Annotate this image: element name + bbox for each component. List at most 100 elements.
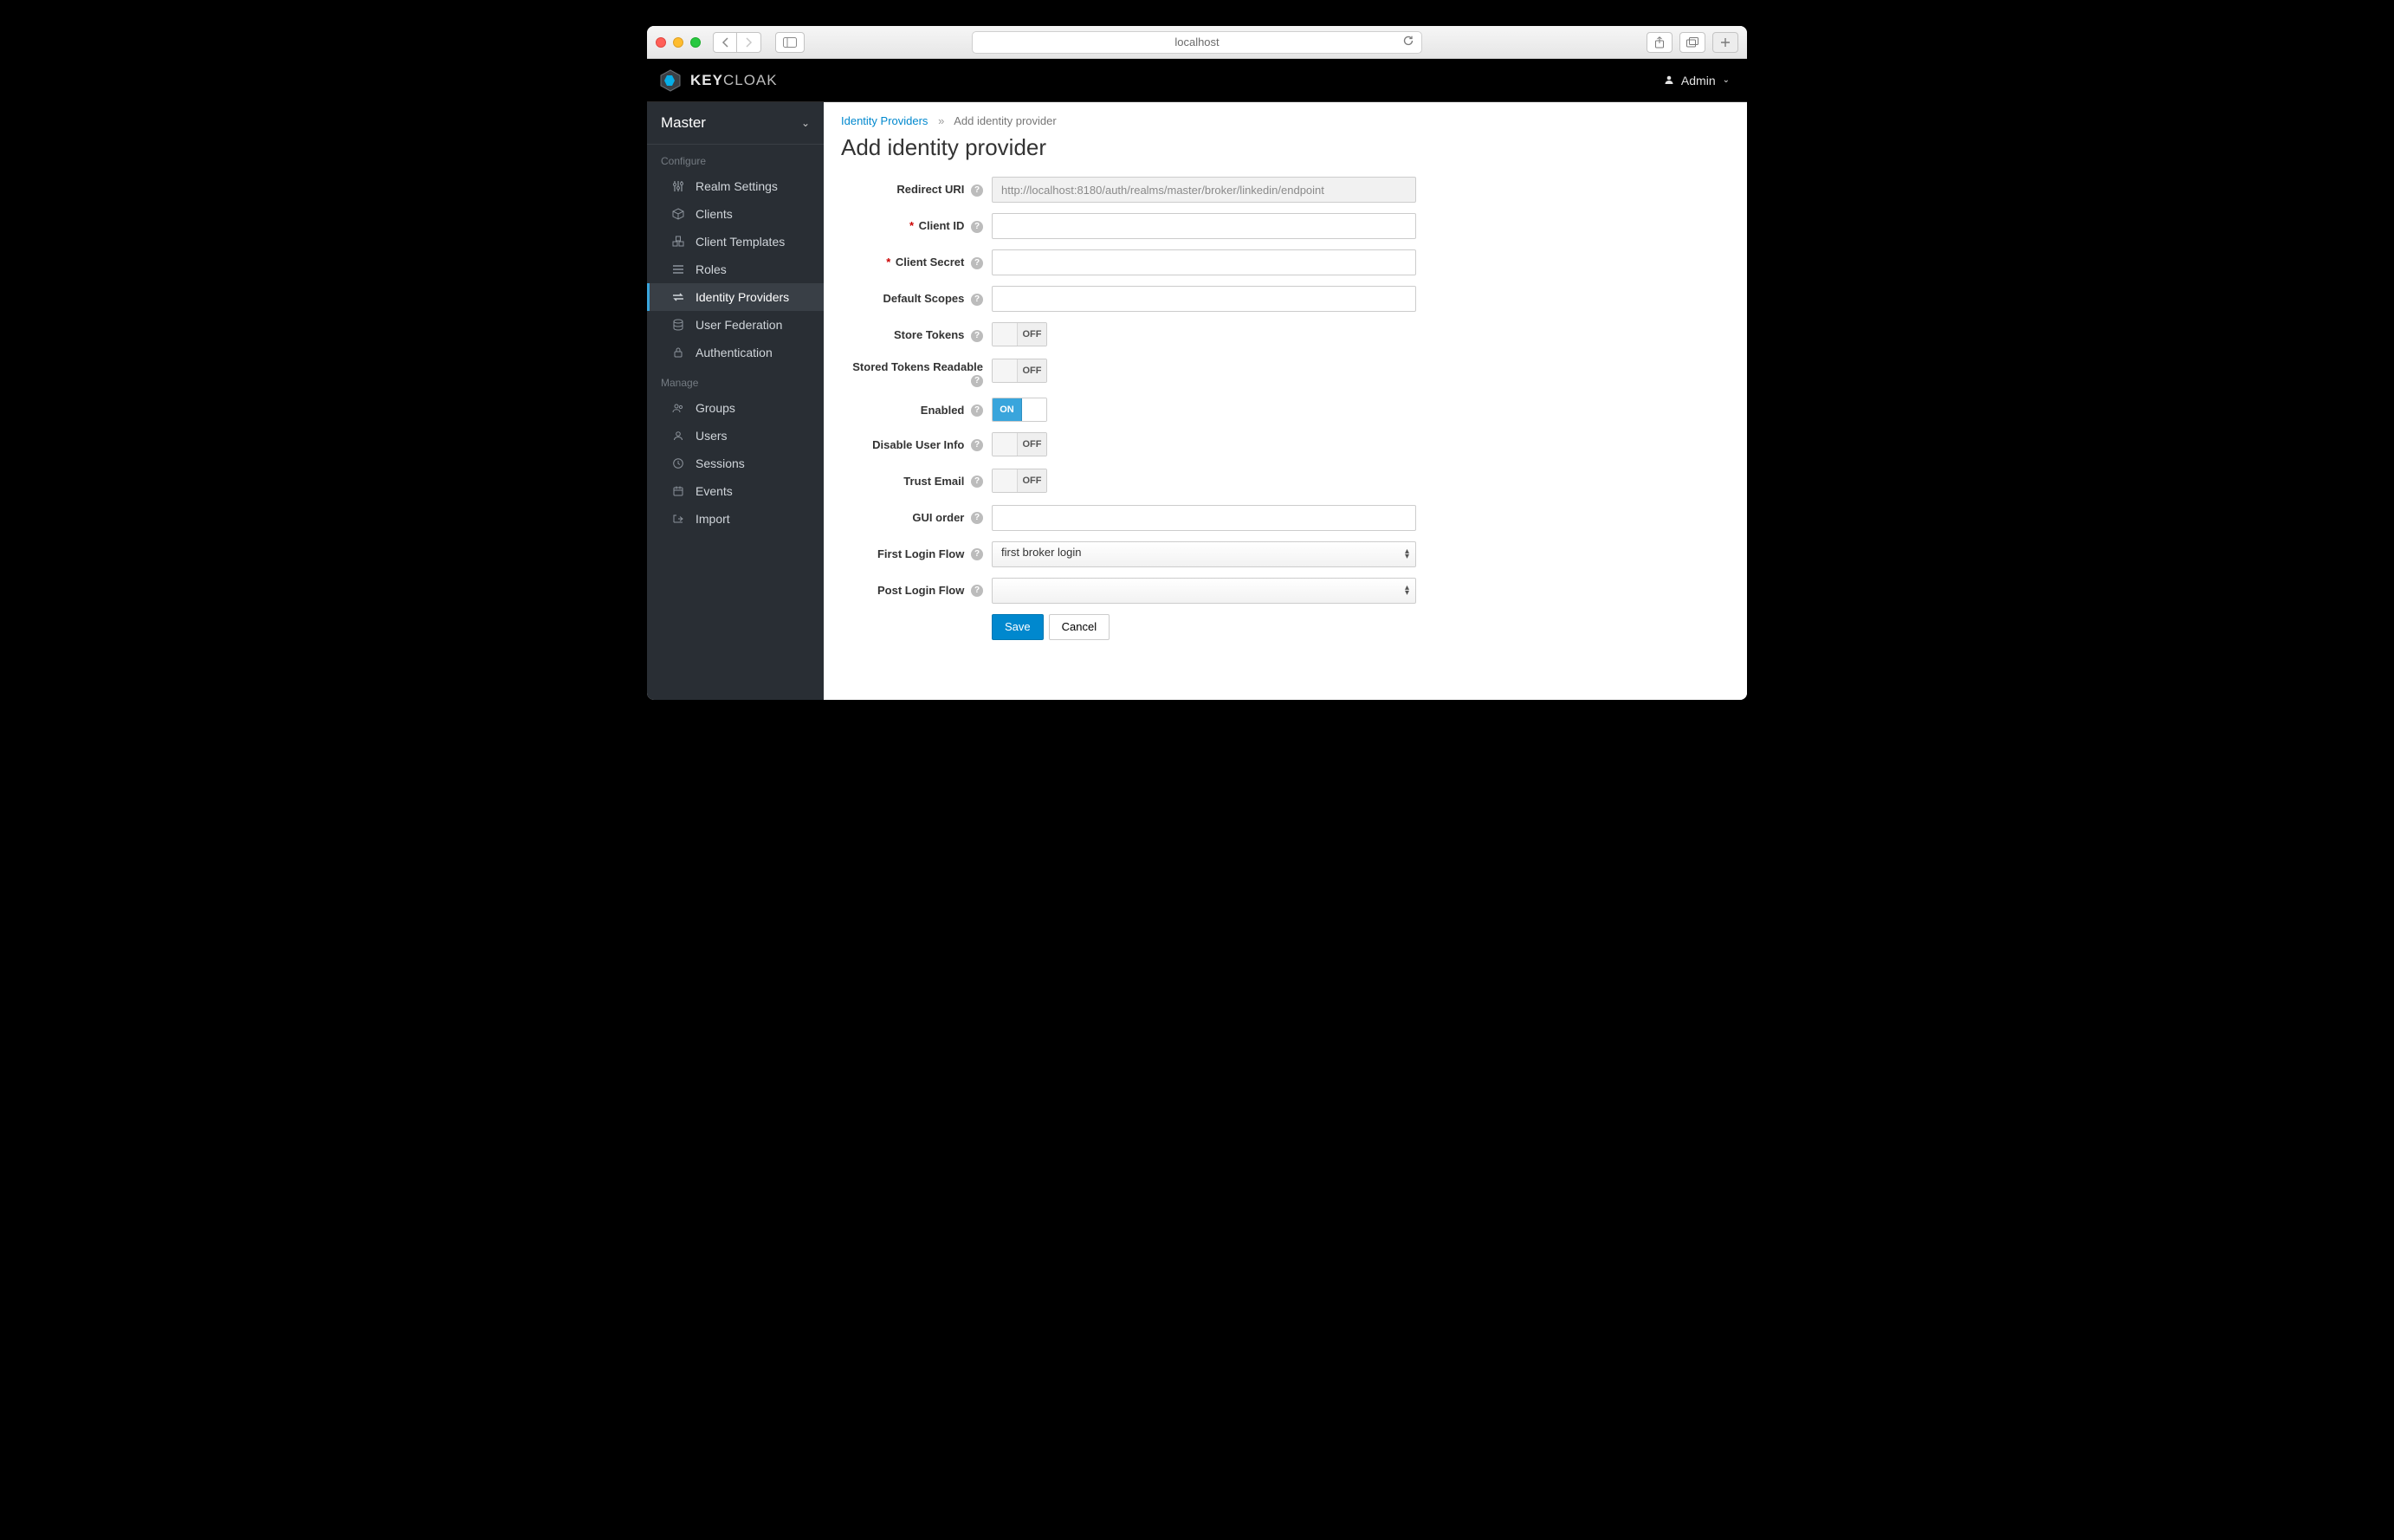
exchange-icon	[671, 291, 685, 303]
tabs-button[interactable]	[1679, 32, 1705, 53]
cancel-button[interactable]: Cancel	[1049, 614, 1110, 640]
cubes-icon	[671, 236, 685, 248]
client-secret-input[interactable]	[992, 249, 1416, 275]
user-name: Admin	[1681, 74, 1716, 87]
sidebar-item-groups[interactable]: Groups	[647, 394, 824, 422]
user-icon	[1664, 74, 1674, 87]
row-enabled: Enabled ? ON	[841, 398, 1730, 422]
minimize-window-button[interactable]	[673, 37, 683, 48]
save-button[interactable]: Save	[992, 614, 1044, 640]
import-icon	[671, 513, 685, 525]
sidebar-item-authentication[interactable]: Authentication	[647, 339, 824, 366]
help-icon[interactable]: ?	[971, 294, 983, 306]
help-icon[interactable]: ?	[971, 476, 983, 488]
label-gui-order: GUI order ?	[841, 505, 992, 525]
address-text: localhost	[1174, 36, 1219, 49]
app-header: KEYCLOAK Admin ⌄	[647, 59, 1747, 102]
sidebar-item-events[interactable]: Events	[647, 477, 824, 505]
row-trust-email: Trust Email ? OFF	[841, 469, 1730, 495]
realm-name: Master	[661, 114, 706, 132]
browser-window: localhost KEYCLOAK	[647, 26, 1747, 700]
sidebar-toggle-button[interactable]	[775, 32, 805, 53]
breadcrumb: Identity Providers » Add identity provid…	[841, 114, 1730, 127]
sidebar-item-users[interactable]: Users	[647, 422, 824, 450]
help-icon[interactable]: ?	[971, 221, 983, 233]
gui-order-input[interactable]	[992, 505, 1416, 531]
users-icon	[671, 402, 685, 414]
app-body: Master ⌄ Configure Realm Settings Client…	[647, 102, 1747, 700]
client-id-input[interactable]	[992, 213, 1416, 239]
configure-nav: Realm Settings Clients Client Templates …	[647, 172, 824, 366]
sidebar-item-sessions[interactable]: Sessions	[647, 450, 824, 477]
breadcrumb-link-identity-providers[interactable]: Identity Providers	[841, 114, 928, 127]
maximize-window-button[interactable]	[690, 37, 701, 48]
row-gui-order: GUI order ?	[841, 505, 1730, 531]
reload-icon[interactable]	[1402, 35, 1414, 49]
row-client-secret: * Client Secret ?	[841, 249, 1730, 275]
sidebar-item-import[interactable]: Import	[647, 505, 824, 533]
database-icon	[671, 319, 685, 331]
breadcrumb-separator: »	[938, 114, 944, 127]
row-post-login-flow: Post Login Flow ? ▴▾	[841, 578, 1730, 604]
close-window-button[interactable]	[656, 37, 666, 48]
help-icon[interactable]: ?	[971, 375, 983, 387]
sidebar-item-clients[interactable]: Clients	[647, 200, 824, 228]
label-redirect-uri: Redirect URI ?	[841, 177, 992, 197]
new-tab-button[interactable]	[1712, 32, 1738, 53]
chevron-down-icon: ⌄	[1723, 75, 1730, 85]
row-store-tokens: Store Tokens ? OFF	[841, 322, 1730, 348]
main-content: Identity Providers » Add identity provid…	[824, 102, 1747, 700]
redirect-uri-input[interactable]	[992, 177, 1416, 203]
first-login-flow-select[interactable]: first broker login	[992, 541, 1416, 567]
label-post-login-flow: Post Login Flow ?	[841, 578, 992, 598]
user-menu[interactable]: Admin ⌄	[1664, 74, 1730, 87]
page-title: Add identity provider	[841, 134, 1730, 161]
sidebar-item-user-federation[interactable]: User Federation	[647, 311, 824, 339]
row-first-login-flow: First Login Flow ? first broker login ▴▾	[841, 541, 1730, 567]
sliders-icon	[671, 180, 685, 192]
label-enabled: Enabled ?	[841, 398, 992, 417]
row-stored-tokens-readable: Stored Tokens Readable ? OFF	[841, 359, 1730, 387]
default-scopes-input[interactable]	[992, 286, 1416, 312]
address-bar[interactable]: localhost	[972, 31, 1422, 54]
row-redirect-uri: Redirect URI ?	[841, 177, 1730, 203]
manage-nav: Groups Users Sessions Events Import	[647, 394, 824, 533]
sidebar: Master ⌄ Configure Realm Settings Client…	[647, 102, 824, 700]
forward-button[interactable]	[737, 32, 761, 53]
calendar-icon	[671, 485, 685, 497]
post-login-flow-select[interactable]	[992, 578, 1416, 604]
sidebar-item-roles[interactable]: Roles	[647, 256, 824, 283]
help-icon[interactable]: ?	[971, 330, 983, 342]
label-client-id: * Client ID ?	[841, 213, 992, 233]
sidebar-item-client-templates[interactable]: Client Templates	[647, 228, 824, 256]
cube-icon	[671, 208, 685, 220]
realm-selector[interactable]: Master ⌄	[647, 102, 824, 145]
sidebar-item-realm-settings[interactable]: Realm Settings	[647, 172, 824, 200]
help-icon[interactable]: ?	[971, 257, 983, 269]
keycloak-icon	[659, 69, 682, 92]
enabled-toggle[interactable]: ON	[992, 398, 1047, 422]
help-icon[interactable]: ?	[971, 184, 983, 197]
help-icon[interactable]: ?	[971, 439, 983, 451]
trust-email-toggle[interactable]: OFF	[992, 469, 1047, 493]
label-first-login-flow: First Login Flow ?	[841, 541, 992, 561]
label-default-scopes: Default Scopes ?	[841, 286, 992, 306]
help-icon[interactable]: ?	[971, 548, 983, 560]
back-button[interactable]	[713, 32, 737, 53]
clock-icon	[671, 457, 685, 469]
stored-tokens-readable-toggle[interactable]: OFF	[992, 359, 1047, 383]
help-icon[interactable]: ?	[971, 404, 983, 417]
sidebar-item-identity-providers[interactable]: Identity Providers	[647, 283, 824, 311]
share-button[interactable]	[1647, 32, 1673, 53]
row-default-scopes: Default Scopes ?	[841, 286, 1730, 312]
help-icon[interactable]: ?	[971, 512, 983, 524]
help-icon[interactable]: ?	[971, 585, 983, 597]
disable-user-info-toggle[interactable]: OFF	[992, 432, 1047, 456]
nav-buttons	[713, 32, 761, 53]
breadcrumb-current: Add identity provider	[954, 114, 1057, 127]
store-tokens-toggle[interactable]: OFF	[992, 322, 1047, 346]
brand-logo[interactable]: KEYCLOAK	[659, 69, 778, 92]
label-stored-tokens-readable: Stored Tokens Readable ?	[841, 359, 992, 387]
browser-right-toolbar	[1647, 32, 1738, 53]
lock-icon	[671, 346, 685, 359]
